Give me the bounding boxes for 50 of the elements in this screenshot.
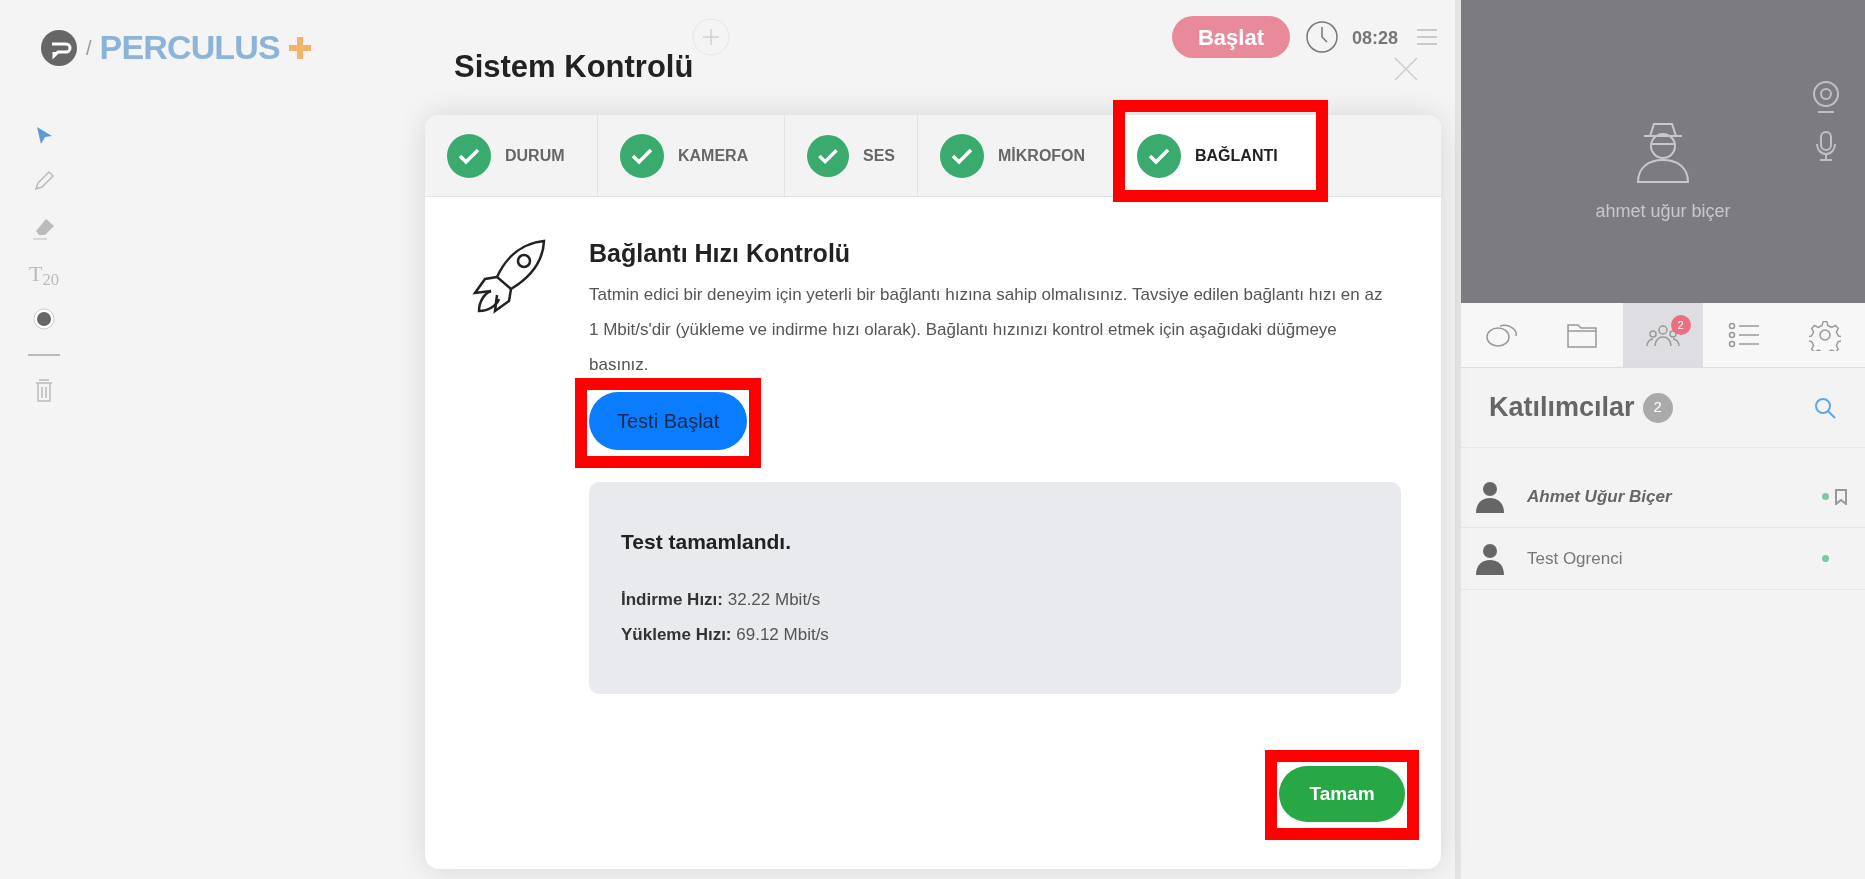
search-icon[interactable]: [1813, 395, 1837, 420]
modal-title: Sistem Kontrolü: [454, 48, 694, 86]
folder-tab[interactable]: [1541, 303, 1623, 367]
result-title: Test tamamlandı.: [621, 529, 792, 555]
participant-name: ahmet uğur biçer: [1595, 200, 1731, 223]
settings-tab[interactable]: [1784, 303, 1865, 367]
trash-icon[interactable]: [34, 379, 54, 403]
webcam-icon[interactable]: [1811, 80, 1841, 114]
close-icon[interactable]: [1392, 55, 1420, 83]
list-tab[interactable]: [1703, 303, 1785, 367]
start-test-button[interactable]: Testi Başlat: [589, 392, 748, 450]
plus-icon: [287, 35, 312, 60]
description-text: Tatmin edici bir deneyim için yeterli bir bağlantı hızına sahip olmalısınız. Tavsiye edilen bağlantı hızı en az 1 Mbit/s'dir (yükleme ve indirme hızı olarak). Bağlantı hızınızı kontrol etmek için aşağıdaki düğmeye basınız.: [589, 284, 1384, 376]
person-icon: [1475, 480, 1505, 513]
check-icon: [447, 133, 491, 178]
section-heading: Bağlantı Hızı Kontrolü: [589, 238, 852, 269]
bookmark-icon: [1835, 488, 1847, 505]
result-line: Yükleme Hızı: 69.12 Mbit/s: [621, 623, 830, 646]
participant-row[interactable]: Ahmet Uğur Biçer: [1461, 466, 1865, 528]
pencil-icon[interactable]: [32, 169, 56, 193]
count-badge: 2: [1642, 392, 1673, 423]
ok-button[interactable]: Tamam: [1279, 766, 1405, 822]
participant-row[interactable]: Test Ogrenci: [1461, 528, 1865, 590]
notification-badge: 2: [1670, 315, 1691, 335]
list-icon: [1727, 322, 1760, 348]
settings-icon: [1808, 319, 1841, 351]
people-icon: [1646, 322, 1680, 348]
menu-icon[interactable]: [1415, 27, 1439, 47]
line-icon[interactable]: [28, 353, 60, 357]
result-line: İndirme Hızı: 32.22 Mbit/s: [621, 588, 822, 611]
clock-icon: [1305, 20, 1339, 54]
timer-text: 08:28: [1352, 27, 1399, 50]
participant-name: Ahmet Uğur Biçer: [1527, 485, 1672, 508]
chat-tab[interactable]: [1461, 303, 1542, 367]
color-icon[interactable]: [32, 307, 56, 331]
logo-icon: [40, 28, 78, 67]
check-icon: [620, 133, 664, 178]
check-icon: [1137, 133, 1181, 178]
check-icon: [940, 133, 984, 178]
person-icon: [1475, 542, 1505, 575]
logo-text: PERCULUS: [99, 27, 280, 68]
folder-icon: [1566, 321, 1599, 349]
check-icon: [807, 133, 849, 178]
step-tab[interactable]: DURUM: [425, 115, 598, 196]
participant-name: Test Ogrenci: [1527, 547, 1623, 570]
participants-tab[interactable]: 2: [1622, 303, 1704, 367]
separator-text: /: [86, 35, 92, 61]
add-icon[interactable]: [692, 18, 730, 56]
microphone-icon[interactable]: [1815, 130, 1837, 162]
panel-title: Katılımcılar: [1489, 391, 1635, 425]
